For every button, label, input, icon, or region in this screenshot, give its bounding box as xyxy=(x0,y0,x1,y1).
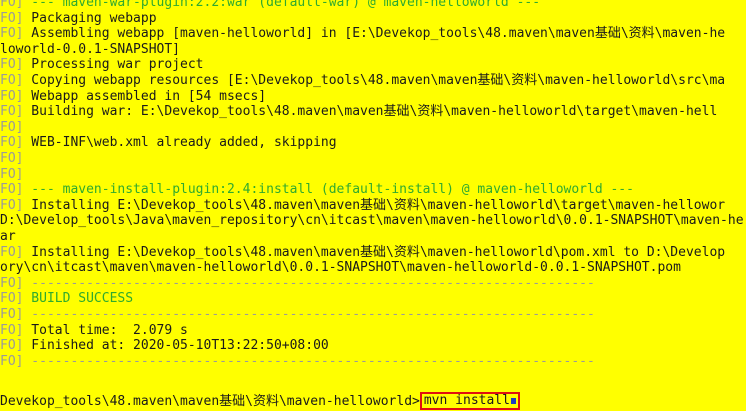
log-level-tag: FO] xyxy=(0,57,24,73)
console-line-text: D:\Develop_tools\Java\maven_repository\c… xyxy=(0,213,744,229)
console-line: FO] Assembling webapp [maven-helloworld]… xyxy=(0,26,725,42)
console-line: FO] ------------------------------------… xyxy=(0,276,595,292)
log-level-tag: FO] xyxy=(0,338,24,354)
console-line-text: Finished at: 2020-05-10T13:22:50+08:00 xyxy=(23,338,329,354)
log-level-tag: FO] xyxy=(0,26,24,42)
console-line-text: Copying webapp resources [E:\Devekop_too… xyxy=(23,73,726,88)
log-level-tag: FO] xyxy=(0,322,24,338)
command-prompt[interactable]: Devekop_tools\48.maven\maven基础\资料\maven-… xyxy=(0,392,520,411)
console-line: FO] Copying webapp resources [E:\Devekop… xyxy=(0,73,725,89)
console-line-text: ----------------------------------------… xyxy=(23,307,595,322)
console-line: FO] --- maven-install-plugin:2.4:install… xyxy=(0,182,634,198)
log-level-tag: FO] xyxy=(0,135,24,151)
log-level-tag: FO] xyxy=(0,0,24,10)
console-line: FO] xyxy=(0,151,23,167)
console-line-text: Assembling webapp [maven-helloworld] in … xyxy=(23,26,726,42)
console-line: FO] Packaging webapp xyxy=(0,11,157,27)
console-line-text: BUILD SUCCESS xyxy=(23,291,134,307)
console-line-text: ----------------------------------------… xyxy=(23,275,595,291)
log-level-tag: FO] xyxy=(0,275,24,291)
console-line-text: --- maven-install-plugin:2.4:install (de… xyxy=(23,182,634,198)
console-line: FO] Installing E:\Devekop_tools\48.maven… xyxy=(0,198,725,214)
console-line-text: Installing E:\Devekop_tools\48.maven\mav… xyxy=(23,197,726,213)
console-line: FO] BUILD SUCCESS xyxy=(0,291,133,307)
command-highlight-box: mvn install xyxy=(419,392,520,410)
console-line-text: ----------------------------------------… xyxy=(23,353,595,369)
console-line-text: ory\cn\itcast\maven\maven-helloworld\0.0… xyxy=(0,260,681,276)
text-cursor xyxy=(510,398,516,404)
console-line: FO] Installing E:\Devekop_tools\48.maven… xyxy=(0,245,725,261)
console-line-text: Webapp assembled in [54 msecs] xyxy=(23,88,267,104)
console-line: ar xyxy=(0,229,16,245)
log-level-tag: FO] xyxy=(0,151,24,166)
terminal-window[interactable]: FO] --- maven-war-plugin:2.2:war (defaul… xyxy=(0,0,746,411)
log-level-tag: FO] xyxy=(0,73,24,88)
console-line-text: WEB-INF\web.xml already added, skipping xyxy=(23,135,337,151)
console-line: FO] ------------------------------------… xyxy=(0,354,595,370)
log-level-tag: FO] xyxy=(0,88,24,104)
log-level-tag: FO] xyxy=(0,353,24,369)
log-level-tag: FO] xyxy=(0,307,24,322)
log-level-tag: FO] xyxy=(0,10,24,26)
log-level-tag: FO] xyxy=(0,244,24,260)
log-level-tag: FO] xyxy=(0,197,24,213)
console-line-text: Packaging webapp xyxy=(23,10,157,26)
console-line: FO] Processing war project xyxy=(0,57,204,73)
console-line: D:\Develop_tools\Java\maven_repository\c… xyxy=(0,213,744,229)
log-level-tag: FO] xyxy=(0,291,24,307)
command-input[interactable]: mvn install xyxy=(424,393,510,408)
console-line-text: loworld-0.0.1-SNAPSHOT] xyxy=(0,41,181,57)
console-line-text: Building war: E:\Devekop_tools\48.maven\… xyxy=(23,104,718,120)
console-line: loworld-0.0.1-SNAPSHOT] xyxy=(0,42,180,58)
console-line-text: ar xyxy=(0,229,16,244)
console-line: ory\cn\itcast\maven\maven-helloworld\0.0… xyxy=(0,260,681,276)
console-line-text: Installing E:\Devekop_tools\48.maven\mav… xyxy=(23,244,726,260)
prompt-path: Devekop_tools\48.maven\maven基础\资料\maven-… xyxy=(0,394,420,409)
console-line: FO] ------------------------------------… xyxy=(0,307,595,323)
console-line-text: --- maven-war-plugin:2.2:war (default-wa… xyxy=(23,0,541,10)
console-line-text: Total time: 2.079 s xyxy=(23,322,188,338)
console-line: FO] Webapp assembled in [54 msecs] xyxy=(0,89,266,105)
console-line: FO] --- maven-war-plugin:2.2:war (defaul… xyxy=(0,0,540,11)
console-line: FO] Finished at: 2020-05-10T13:22:50+08:… xyxy=(0,338,329,354)
log-level-tag: FO] xyxy=(0,182,24,198)
log-level-tag: FO] xyxy=(0,104,24,120)
console-line-text: Processing war project xyxy=(23,57,204,73)
console-line: FO] Total time: 2.079 s xyxy=(0,323,188,339)
console-line: FO] WEB-INF\web.xml already added, skipp… xyxy=(0,135,337,151)
log-level-tag: FO] xyxy=(0,166,24,182)
console-line: FO] xyxy=(0,167,23,183)
console-line: FO] Building war: E:\Devekop_tools\48.ma… xyxy=(0,104,717,120)
log-level-tag: FO] xyxy=(0,119,24,135)
console-line: FO] xyxy=(0,120,23,136)
